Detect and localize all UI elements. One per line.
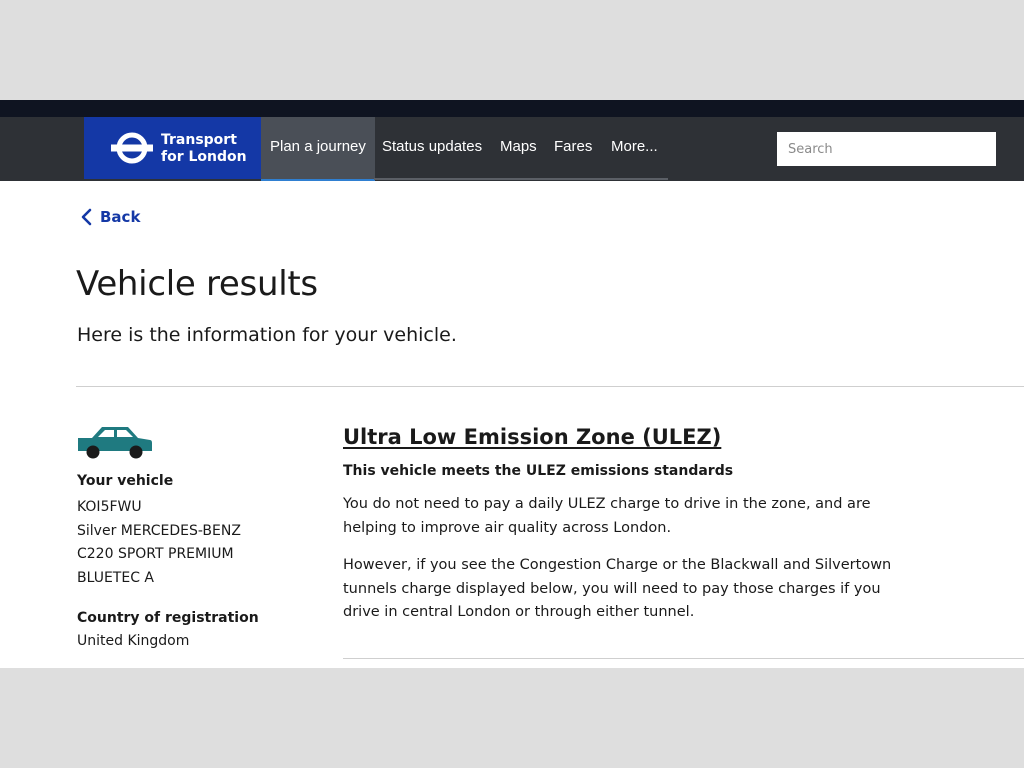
vehicle-registration: KOI5FWU — [77, 499, 142, 515]
nav-plan-a-journey[interactable]: Plan a journey — [261, 117, 375, 181]
vehicle-description-1: Silver MERCEDES-BENZ — [77, 523, 241, 539]
site-header: Transport for London Plan a journey Stat… — [0, 117, 1024, 181]
nav-more[interactable]: More... — [611, 117, 658, 179]
back-label: Back — [100, 208, 141, 226]
car-icon — [78, 427, 152, 459]
vehicle-description-2: C220 SPORT PREMIUM — [77, 546, 234, 562]
vehicle-description-3: BLUETEC A — [77, 570, 154, 586]
chevron-left-icon — [81, 208, 92, 226]
country-value: United Kingdom — [77, 633, 190, 649]
page-title: Vehicle results — [76, 264, 318, 304]
tfl-logo-text: Transport for London — [161, 132, 247, 166]
logo-line-1: Transport — [161, 132, 237, 148]
content-divider — [343, 658, 1024, 659]
page-subtitle: Here is the information for your vehicle… — [77, 324, 457, 346]
country-heading: Country of registration — [77, 610, 259, 626]
ulez-heading[interactable]: Ultra Low Emission Zone (ULEZ) — [343, 425, 721, 449]
nav-status-updates[interactable]: Status updates — [382, 117, 482, 179]
ulez-paragraph-1: You do not need to pay a daily ULEZ char… — [343, 496, 871, 536]
your-vehicle-heading: Your vehicle — [77, 473, 174, 489]
tfl-roundel-icon — [111, 132, 153, 164]
page-screenshot: Transport for London Plan a journey Stat… — [0, 100, 1024, 668]
ulez-paragraph-2: However, if you see the Congestion Charg… — [343, 557, 892, 620]
top-strip — [0, 100, 1024, 117]
nav-underline — [374, 178, 668, 180]
tfl-logo[interactable]: Transport for London — [84, 117, 261, 179]
logo-line-2: for London — [161, 149, 247, 165]
back-link[interactable]: Back — [80, 208, 140, 226]
nav-fares[interactable]: Fares — [554, 117, 592, 179]
section-divider — [76, 386, 1024, 387]
nav-maps[interactable]: Maps — [500, 117, 537, 179]
search-input[interactable] — [777, 132, 996, 166]
ulez-status: This vehicle meets the ULEZ emissions st… — [343, 463, 734, 479]
